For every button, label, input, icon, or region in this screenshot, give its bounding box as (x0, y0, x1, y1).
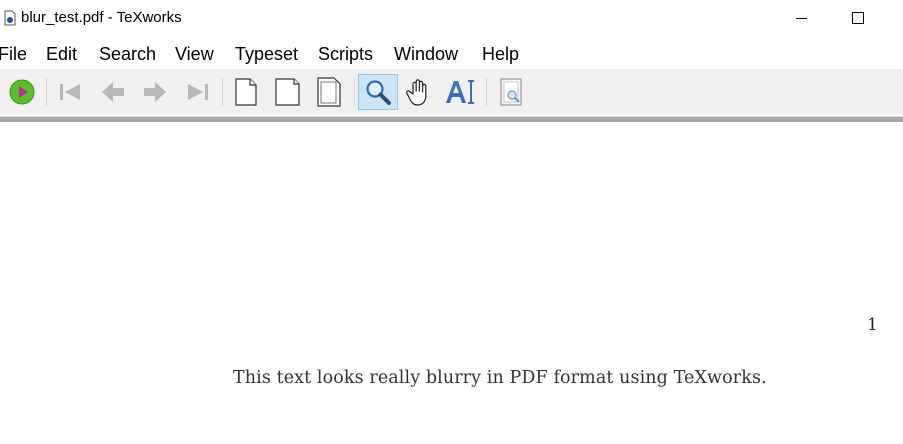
menu-search[interactable]: Search (99, 44, 156, 65)
toolbar-separator (486, 78, 487, 106)
toolbar-separator (354, 78, 355, 106)
minimize-icon (795, 17, 807, 19)
fullscreen-preview-icon (500, 78, 522, 106)
actual-size-button[interactable] (227, 74, 263, 110)
scroll-hand-button[interactable] (401, 74, 437, 110)
next-page-button[interactable] (137, 74, 173, 110)
next-page-icon (144, 82, 166, 102)
fullscreen-preview-button[interactable] (493, 74, 529, 110)
scroll-hand-icon (406, 79, 427, 106)
typeset-button[interactable] (4, 74, 40, 110)
typeset-run-icon (9, 79, 35, 105)
previous-page-button[interactable] (95, 74, 131, 110)
menu-typeset[interactable]: Typeset (235, 44, 298, 65)
select-text-icon (446, 80, 474, 104)
last-page-button[interactable] (180, 74, 216, 110)
menu-edit[interactable]: Edit (46, 44, 77, 65)
magnify-tool-button[interactable] (358, 74, 398, 110)
first-page-button[interactable] (52, 74, 88, 110)
title-bar: blur_test.pdf - TeXworks (0, 0, 903, 36)
window-title: blur_test.pdf - TeXworks (21, 9, 182, 26)
maximize-icon (852, 12, 864, 24)
minimize-button[interactable] (778, 0, 824, 36)
fit-window-icon (317, 77, 341, 107)
actual-size-icon (235, 78, 257, 106)
fit-width-button[interactable] (269, 74, 305, 110)
select-text-button[interactable] (442, 74, 478, 110)
pdf-page-view[interactable]: 1 This text looks really blurry in PDF f… (0, 122, 903, 444)
toolbar-separator (222, 78, 223, 106)
magnify-icon (366, 80, 391, 105)
maximize-button[interactable] (835, 0, 881, 36)
previous-page-icon (102, 82, 124, 102)
page-number: 1 (867, 315, 878, 335)
toolbar (0, 69, 903, 115)
fit-window-button[interactable] (310, 74, 346, 110)
menu-scripts[interactable]: Scripts (318, 44, 373, 65)
menu-bar: File Edit Search View Typeset Scripts Wi… (0, 36, 903, 69)
toolbar-separator (46, 78, 47, 106)
fit-width-icon (275, 78, 300, 106)
first-page-icon (60, 84, 80, 100)
last-page-icon (188, 84, 208, 100)
menu-view[interactable]: View (175, 44, 214, 65)
texworks-app-icon (4, 10, 16, 26)
menu-file[interactable]: File (0, 44, 27, 65)
menu-window[interactable]: Window (394, 44, 458, 65)
document-body-text: This text looks really blurry in PDF for… (233, 368, 767, 388)
menu-help[interactable]: Help (482, 44, 519, 65)
